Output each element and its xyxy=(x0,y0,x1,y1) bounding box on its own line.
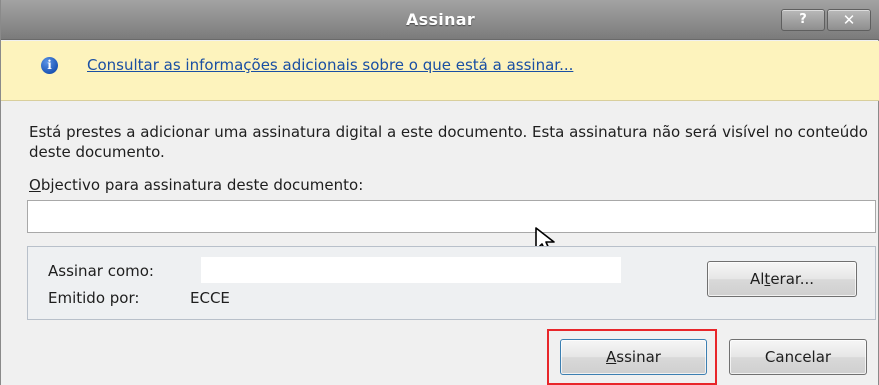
purpose-input[interactable] xyxy=(27,200,876,233)
close-button[interactable]: ✕ xyxy=(827,9,871,31)
sign-as-label: Assinar como: xyxy=(48,262,154,280)
issued-by-label: Emitido por: xyxy=(48,289,140,307)
dialog-title: Assinar xyxy=(405,10,476,29)
sign-button-text: ssinar xyxy=(616,348,661,366)
info-icon: i xyxy=(41,57,58,74)
change-button-text-pre: Al xyxy=(749,270,765,288)
sign-button-accelerator: A xyxy=(606,348,617,366)
info-bar: i Consultar as informações adicionais so… xyxy=(1,41,879,101)
signature-description: Está prestes a adicionar uma assinatura … xyxy=(29,123,868,161)
sign-dialog: Assinar ? ✕ i Consultar as informações a… xyxy=(0,0,879,385)
change-button-text-post: erar... xyxy=(770,270,814,288)
additional-info-link[interactable]: Consultar as informações adicionais sobr… xyxy=(87,56,573,74)
purpose-label: Objectivo para assinatura deste document… xyxy=(29,176,363,194)
sign-button[interactable]: Assinar xyxy=(560,339,707,375)
sign-as-value xyxy=(201,257,621,283)
purpose-label-accelerator: O xyxy=(29,176,41,194)
purpose-label-text: bjectivo para assinatura deste documento… xyxy=(40,176,364,194)
change-button[interactable]: Alterar... xyxy=(707,261,857,297)
cancel-button[interactable]: Cancelar xyxy=(729,339,867,375)
issued-by-value: ECCE xyxy=(190,289,230,307)
title-bar[interactable]: Assinar ? ✕ xyxy=(1,0,879,40)
help-button[interactable]: ? xyxy=(781,9,825,31)
